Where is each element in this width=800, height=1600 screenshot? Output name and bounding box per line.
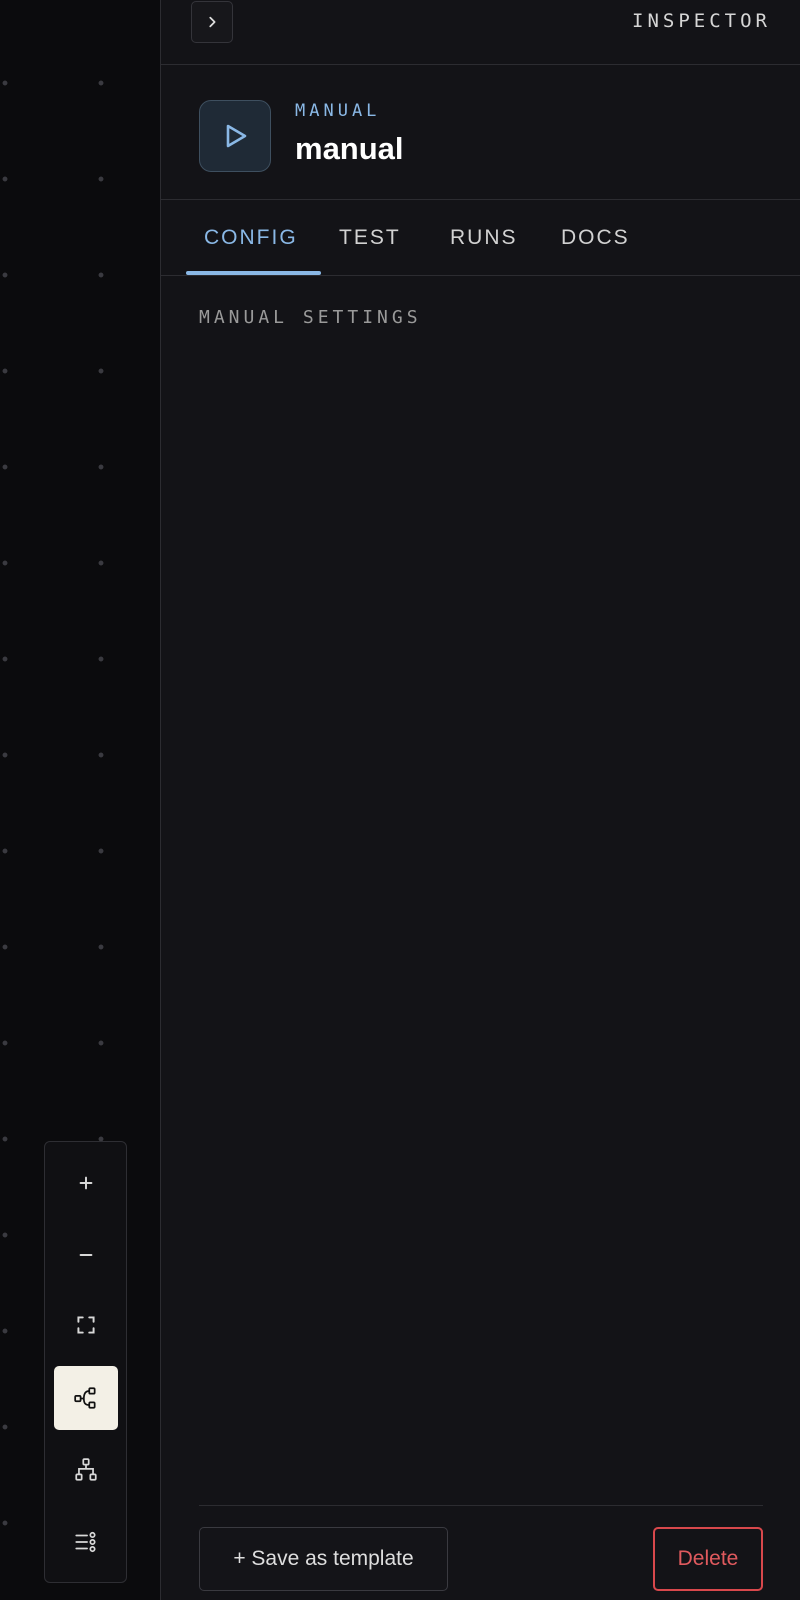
inspector-title: INSPECTOR [632, 10, 771, 32]
zoom-out-icon [79, 1254, 93, 1256]
vertical-layout-icon [75, 1458, 97, 1481]
node-header: MANUAL manual [161, 65, 800, 200]
play-icon [226, 124, 247, 148]
inspector-tabs: CONFIG TEST RUNS DOCS [161, 200, 800, 276]
fit-view-icon [77, 1316, 95, 1334]
vertical-layout-button[interactable] [54, 1438, 118, 1502]
zoom-in-icon [79, 1176, 93, 1190]
node-type-badge [199, 100, 271, 172]
delete-node-button[interactable]: Delete [653, 1527, 763, 1591]
chevron-right-icon [209, 16, 216, 28]
horizontal-layout-button[interactable] [54, 1366, 118, 1430]
list-layout-button[interactable] [54, 1510, 118, 1574]
zoom-in-button[interactable] [54, 1151, 118, 1215]
save-as-template-button[interactable]: + Save as template [199, 1527, 448, 1591]
tab-runs[interactable]: RUNS [450, 200, 518, 276]
horizontal-layout-icon [74, 1387, 96, 1409]
canvas-controls [44, 1141, 127, 1583]
footer-divider [199, 1505, 763, 1506]
node-name: manual [295, 131, 404, 166]
inspector-panel: INSPECTOR MANUAL manual CONFIG TEST RUNS… [160, 0, 800, 1600]
tab-docs[interactable]: DOCS [561, 200, 630, 276]
inspector-header: INSPECTOR [161, 0, 800, 65]
manual-settings-heading: MANUAL SETTINGS [199, 307, 422, 328]
list-layout-icon [75, 1531, 96, 1553]
tab-config[interactable]: CONFIG [204, 200, 298, 276]
tab-test[interactable]: TEST [339, 200, 401, 276]
collapse-inspector-button[interactable] [191, 1, 233, 43]
active-tab-indicator [186, 271, 321, 275]
node-kind-label: MANUAL [295, 101, 381, 121]
fit-view-button[interactable] [54, 1293, 118, 1357]
zoom-out-button[interactable] [54, 1223, 118, 1287]
